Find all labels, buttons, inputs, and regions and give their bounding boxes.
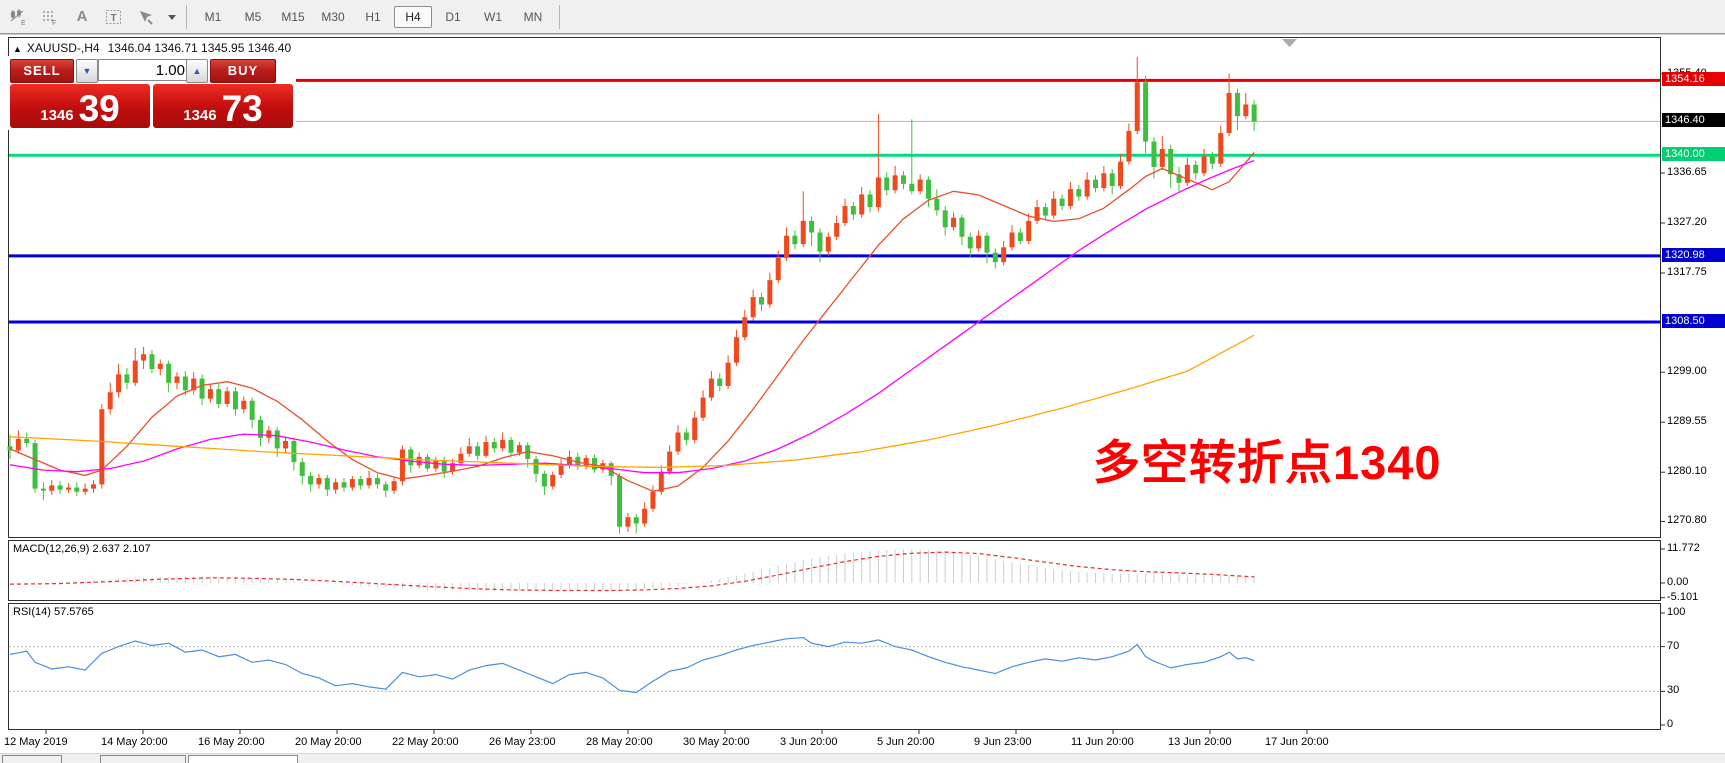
volume-decrease-button[interactable]: ▼ (76, 59, 98, 83)
bid-price-box[interactable]: 1346 39 (10, 84, 150, 128)
toolbar-separator (559, 5, 560, 29)
ask-price-prefix: 1346 (183, 106, 216, 125)
candles-pen-e-icon[interactable]: E (4, 4, 32, 30)
price-level-badge: 1354.16 (1662, 72, 1725, 86)
last-price-badge: 1346.40 (1662, 113, 1725, 127)
toolbar-separator (186, 5, 187, 29)
time-axis-label: 13 Jun 20:00 (1168, 736, 1232, 748)
sell-button[interactable]: SELL (10, 59, 74, 83)
price-tick-label: 1327.20 (1667, 216, 1707, 228)
time-axis-label: 11 Jun 20:00 (1071, 736, 1134, 748)
svg-text:F: F (52, 20, 56, 26)
timeframe-button-m1[interactable]: M1 (194, 6, 232, 28)
chart-tab[interactable] (188, 755, 298, 763)
chart-annotation-text: 多空转折点1340 (1093, 424, 1442, 493)
timeframe-button-h1[interactable]: H1 (354, 6, 392, 28)
chart-tab[interactable] (100, 755, 186, 763)
time-axis-label: 3 Jun 20:00 (780, 736, 838, 748)
price-tick-label: 1299.00 (1667, 365, 1707, 377)
time-axis-label: 28 May 20:00 (586, 736, 653, 748)
price-tick-label: 1280.10 (1667, 465, 1707, 477)
one-click-trading-panel: SELL ▼ ▲ BUY 1346 39 1346 73 (8, 56, 296, 130)
toolbar: E F A T M1M5M15M30H1H4D1W1MN (0, 0, 1725, 34)
time-axis-label: 26 May 23:00 (489, 736, 556, 748)
application-window: E F A T M1M5M15M30H1H4D1W1MN ▲ XAUUSD-,H4… (0, 0, 1725, 763)
chart-title: ▲ XAUUSD-,H4 1346.04 1346.71 1345.95 1346.… (13, 41, 291, 55)
dots-grid-f-icon[interactable]: F (36, 4, 64, 30)
price-tick-label: 1317.75 (1667, 266, 1707, 278)
macd-scale-label: 11.772 (1667, 542, 1700, 554)
collapse-triangle-icon[interactable]: ▲ (13, 44, 22, 54)
svg-text:T: T (111, 13, 117, 24)
timeframe-button-mn[interactable]: MN (514, 6, 552, 28)
price-level-badge: 1320.98 (1662, 248, 1725, 262)
time-axis-label: 14 May 20:00 (101, 736, 168, 748)
buy-button[interactable]: BUY (210, 59, 276, 83)
chart-ohlc-values: 1346.04 1346.71 1345.95 1346.40 (108, 41, 292, 55)
textbox-t-icon[interactable]: T (100, 4, 128, 30)
time-axis-label: 5 Jun 20:00 (877, 736, 935, 748)
rsi-scale-label: 30 (1667, 684, 1679, 696)
macd-scale-label: 0.00 (1667, 576, 1688, 588)
macd-scale-label: -5.101 (1667, 591, 1698, 603)
time-axis-label: 20 May 20:00 (295, 736, 362, 748)
price-level-badge: 1308.50 (1662, 314, 1725, 328)
timeframe-button-d1[interactable]: D1 (434, 6, 472, 28)
rsi-scale-label: 0 (1667, 718, 1673, 730)
timeframe-button-h4[interactable]: H4 (394, 6, 432, 28)
macd-label: MACD(12,26,9) 2.637 2.107 (13, 543, 151, 555)
rsi-scale-label: 70 (1667, 640, 1679, 652)
price-tick-label: 1336.65 (1667, 166, 1707, 178)
timeframe-button-m5[interactable]: M5 (234, 6, 272, 28)
chart-symbol-period: XAUUSD-,H4 (27, 41, 100, 55)
rsi-label: RSI(14) 57.5765 (13, 606, 94, 618)
timeframe-button-w1[interactable]: W1 (474, 6, 512, 28)
cursor-style-icon[interactable] (132, 4, 160, 30)
chart-tab[interactable] (2, 755, 62, 763)
label-a-icon[interactable]: A (68, 4, 96, 30)
chart-window (0, 34, 1725, 763)
time-axis-label: 16 May 20:00 (198, 736, 265, 748)
bid-price-prefix: 1346 (40, 106, 73, 125)
bid-price-digits: 39 (79, 92, 120, 125)
timeframe-button-m30[interactable]: M30 (314, 6, 352, 28)
price-level-badge: 1340.00 (1662, 147, 1725, 161)
volume-input[interactable] (98, 59, 192, 81)
time-axis-label: 12 May 2019 (4, 736, 68, 748)
price-tick-label: 1270.80 (1667, 514, 1707, 526)
chart-tab-strip (0, 753, 1725, 763)
dropdown-arrow-icon[interactable] (164, 4, 180, 30)
time-axis-label: 17 Jun 20:00 (1265, 736, 1329, 748)
rsi-scale-label: 100 (1667, 606, 1685, 618)
time-axis-label: 22 May 20:00 (392, 736, 459, 748)
timeframe-button-m15[interactable]: M15 (274, 6, 312, 28)
time-axis-label: 9 Jun 23:00 (974, 736, 1032, 748)
svg-text:E: E (21, 20, 26, 26)
ask-price-box[interactable]: 1346 73 (153, 84, 293, 128)
time-axis-label: 30 May 20:00 (683, 736, 750, 748)
ask-price-digits: 73 (222, 92, 263, 125)
price-tick-label: 1289.55 (1667, 415, 1707, 427)
volume-increase-button[interactable]: ▲ (186, 59, 208, 83)
timeframe-group: M1M5M15M30H1H4D1W1MN (193, 6, 553, 28)
